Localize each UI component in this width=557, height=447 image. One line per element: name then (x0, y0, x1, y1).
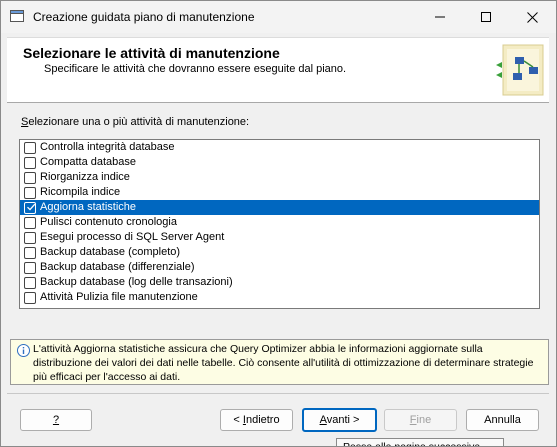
list-item-label: Riorganizza indice (40, 171, 130, 183)
task-description-text: L'attività Aggiorna statistiche assicura… (33, 343, 534, 383)
checkbox[interactable] (24, 172, 36, 184)
list-item[interactable]: Ricompila indice (20, 185, 539, 200)
list-item[interactable]: Riorganizza indice (20, 170, 539, 185)
checkbox[interactable] (24, 232, 36, 244)
maximize-icon (481, 12, 491, 22)
back-button[interactable]: < Indietro (220, 409, 293, 431)
list-item-label: Backup database (log delle transazioni) (40, 276, 233, 288)
checkbox[interactable] (24, 277, 36, 289)
next-button-tooltip: Passa alla pagina successiva (336, 438, 504, 446)
window-title: Creazione guidata piano di manutenzione (33, 10, 255, 24)
minimize-icon (435, 16, 445, 18)
list-item-label: Attività Pulizia file manutenzione (40, 291, 198, 303)
list-item-label: Controlla integrità database (40, 141, 175, 153)
list-item[interactable]: Backup database (log delle transazioni) (20, 275, 539, 290)
list-item-label: Backup database (completo) (40, 246, 181, 258)
list-item[interactable]: Esegui processo di SQL Server Agent (20, 230, 539, 245)
checkbox[interactable] (24, 262, 36, 274)
checkbox[interactable] (24, 157, 36, 169)
list-item[interactable]: Pulisci contenuto cronologia (20, 215, 539, 230)
finish-button[interactable]: Fine (384, 409, 457, 431)
checkbox[interactable] (24, 142, 36, 154)
next-button-access-key: A (319, 414, 327, 426)
list-item[interactable]: Controlla integrità database (20, 140, 539, 155)
checkbox[interactable] (24, 217, 36, 229)
wizard-window: Creazione guidata piano di manutenzione … (0, 0, 557, 447)
page-subtitle: Specificare le attività che dovranno ess… (44, 63, 347, 75)
close-icon (526, 11, 538, 23)
checkbox[interactable] (24, 187, 36, 199)
next-button-label: vanti > (326, 414, 360, 426)
info-icon (17, 344, 30, 357)
footer-divider (7, 393, 549, 394)
list-item-selected[interactable]: Aggiorna statistiche (20, 200, 539, 215)
list-item-label: Compatta database (40, 156, 137, 168)
app-icon (10, 10, 24, 22)
list-item[interactable]: Backup database (completo) (20, 245, 539, 260)
maximize-button[interactable] (463, 1, 509, 33)
label-text: elezionare una o più attività di manuten… (28, 116, 250, 128)
cancel-button-label: Annulla (484, 414, 521, 426)
finish-button-access-key: F (409, 414, 417, 426)
finish-button-label: ine (416, 414, 432, 426)
list-item-label: Aggiorna statistiche (40, 201, 136, 213)
checkbox[interactable] (24, 292, 36, 304)
checkmark-icon (27, 203, 36, 211)
help-button[interactable]: ? (20, 409, 92, 431)
next-button[interactable]: Avanti > (302, 408, 377, 432)
list-item-label: Ricompila indice (40, 186, 121, 198)
list-item[interactable]: Backup database (differenziale) (20, 260, 539, 275)
list-item-label: Pulisci contenuto cronologia (40, 216, 177, 228)
wizard-header: Selezionare le attività di manutenzione … (7, 37, 549, 103)
checkbox-checked[interactable] (24, 202, 36, 214)
list-item-label: Backup database (differenziale) (40, 261, 195, 273)
list-item[interactable]: Compatta database (20, 155, 539, 170)
checkbox[interactable] (24, 247, 36, 259)
wizard-banner-icon (496, 44, 544, 96)
task-description-box: L'attività Aggiorna statistiche assicura… (10, 339, 549, 385)
close-button[interactable] (509, 1, 555, 33)
back-button-label: ndietro (245, 414, 280, 426)
help-button-label: ? (52, 414, 60, 426)
minimize-button[interactable] (417, 1, 463, 33)
tasks-list-label: Selezionare una o più attività di manute… (21, 116, 249, 128)
list-item[interactable]: Attività Pulizia file manutenzione (20, 290, 539, 305)
list-item-label: Esegui processo di SQL Server Agent (40, 231, 225, 243)
maintenance-tasks-list[interactable]: Controlla integrità database Compatta da… (19, 139, 540, 309)
page-title: Selezionare le attività di manutenzione (23, 45, 280, 61)
cancel-button[interactable]: Annulla (466, 409, 539, 431)
back-button-arrow: < (233, 414, 243, 426)
title-bar[interactable]: Creazione guidata piano di manutenzione (1, 1, 556, 33)
